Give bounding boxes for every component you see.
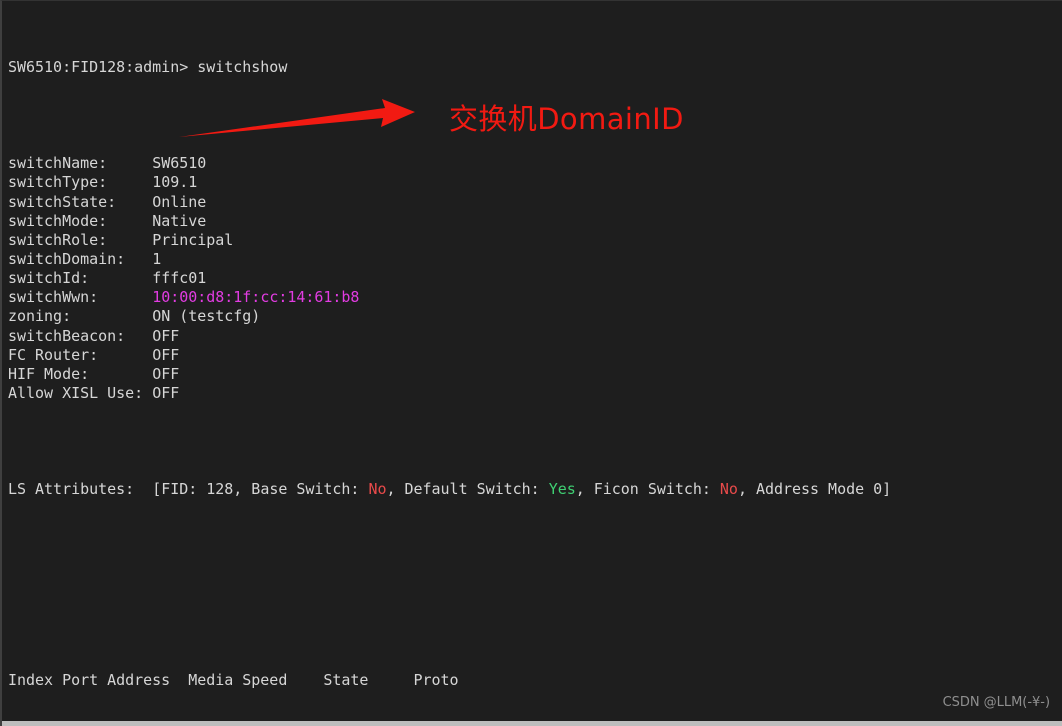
summary-value: Principal	[152, 230, 234, 249]
summary-label: FC Router:	[8, 345, 153, 364]
summary-label: switchRole:	[8, 230, 153, 249]
annotation-label: 交换机DomainID	[449, 102, 684, 136]
port-table-header: Index Port Address Media Speed State Pro…	[8, 671, 891, 690]
summary-value: OFF	[152, 383, 180, 402]
ls-default-switch-value: Yes	[548, 479, 576, 498]
summary-value: 1	[152, 249, 162, 268]
ls-attributes-pad	[134, 480, 152, 498]
ls-attributes-mid1: , Default Switch:	[386, 479, 549, 498]
summary-label: switchType:	[8, 173, 153, 192]
summary-value: Online	[152, 192, 207, 211]
terminal-window[interactable]: SW6510:FID128:admin> switchshow switchNa…	[0, 0, 1062, 726]
summary-label: switchWwn:	[8, 288, 153, 307]
summary-line: switchType: 109.1	[8, 173, 891, 192]
summary-label: switchBeacon:	[8, 326, 153, 345]
port-table-header-text: Index Port Address Media Speed State Pro…	[8, 671, 459, 690]
summary-value: OFF	[152, 364, 180, 383]
watermark: CSDN @LLM(-¥-)	[942, 694, 1050, 710]
summary-label: switchMode:	[8, 211, 153, 230]
ls-attributes-line: LS Attributes: [FID: 128, Base Switch: N…	[8, 480, 891, 499]
ls-ficon-switch-value: No	[719, 479, 738, 498]
summary-value: OFF	[152, 326, 180, 345]
summary-value: Native	[152, 211, 207, 230]
summary-line: switchId: fffc01	[8, 269, 891, 288]
summary-line: HIF Mode: OFF	[8, 365, 891, 384]
summary-label: switchName:	[8, 154, 153, 173]
summary-line: switchBeacon: OFF	[8, 327, 891, 346]
summary-line: Allow XISL Use: OFF	[8, 384, 891, 403]
summary-line: switchMode: Native	[8, 212, 891, 231]
ls-attributes-open: [FID: 128, Base Switch:	[152, 479, 369, 498]
summary-label: switchDomain:	[8, 249, 153, 268]
prompt-line: SW6510:FID128:admin> switchshow	[8, 58, 891, 77]
summary-value: OFF	[152, 345, 180, 364]
summary-label: zoning:	[8, 307, 153, 326]
summary-value: ON (testcfg)	[152, 307, 261, 326]
ls-attributes-label: LS Attributes:	[8, 479, 135, 498]
ls-base-switch-value: No	[368, 479, 387, 498]
summary-value: 109.1	[152, 173, 198, 192]
summary-value: 10:00:d8:1f:cc:14:61:b8	[152, 288, 360, 307]
ls-attributes-mid2: , Ficon Switch:	[575, 479, 720, 498]
summary-line: switchWwn: 10:00:d8:1f:cc:14:61:b8	[8, 288, 891, 307]
summary-line: switchName: SW6510	[8, 154, 891, 173]
horizontal-scrollbar[interactable]	[2, 721, 1062, 726]
summary-label: switchId:	[8, 269, 153, 288]
ls-attributes-close: , Address Mode 0]	[737, 479, 892, 498]
summary-value: SW6510	[152, 154, 207, 173]
switch-summary-block: switchName: SW6510 switchType: 109.1 switc…	[8, 154, 891, 403]
summary-line: FC Router: OFF	[8, 346, 891, 365]
summary-label: switchState:	[8, 192, 153, 211]
summary-value: fffc01	[152, 269, 207, 288]
summary-line: switchDomain: 1	[8, 250, 891, 269]
summary-line: switchRole: Principal	[8, 231, 891, 250]
summary-line: zoning: ON (testcfg)	[8, 307, 891, 326]
summary-label: HIF Mode:	[8, 364, 153, 383]
summary-label: Allow XISL Use:	[8, 383, 153, 402]
summary-line: switchState: Online	[8, 193, 891, 212]
prompt-text: SW6510:FID128:admin> switchshow	[8, 58, 288, 77]
